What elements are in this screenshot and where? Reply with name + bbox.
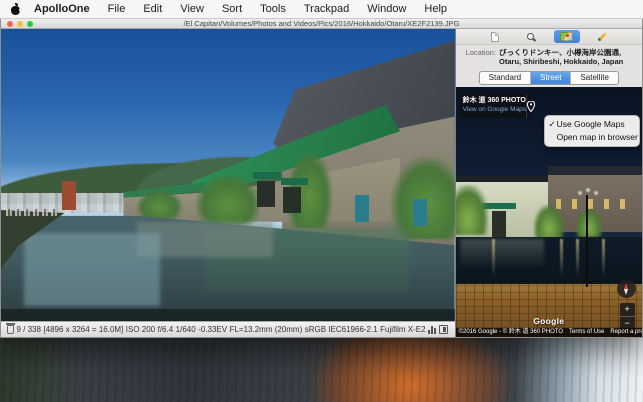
streetview-canvas[interactable]: 鈴木 道 360 PHOTO View on Google Maps ✓ Use… bbox=[456, 87, 642, 337]
context-menu-label: Open map in browser bbox=[557, 132, 638, 143]
sv-lamp-glow bbox=[574, 185, 602, 199]
sv-foliage bbox=[534, 205, 564, 239]
checkmark-icon: ✓ bbox=[548, 119, 557, 130]
tab-street[interactable]: Street bbox=[531, 72, 571, 84]
sv-street-lamp bbox=[586, 195, 588, 287]
document-icon bbox=[491, 32, 499, 42]
context-menu: ✓ Use Google Maps Open map in browser bbox=[544, 115, 640, 147]
pin-button[interactable] bbox=[526, 94, 535, 118]
sv-lit-windows bbox=[556, 199, 636, 209]
menu-trackpad[interactable]: Trackpad bbox=[295, 0, 358, 18]
status-ev: -0.33EV bbox=[198, 325, 227, 334]
zoom-in-button[interactable]: + bbox=[620, 303, 635, 317]
streetview-author: 鈴木 道 360 PHOTO bbox=[463, 97, 526, 105]
checkmark-icon bbox=[548, 132, 557, 143]
map-icon bbox=[560, 32, 573, 41]
status-focal-length: FL=13.2mm (20mm) bbox=[230, 325, 303, 334]
photo-canvas[interactable] bbox=[1, 29, 455, 321]
location-label: Location: bbox=[466, 48, 496, 66]
map-tool-button[interactable] bbox=[554, 30, 580, 43]
trash-icon[interactable] bbox=[7, 325, 14, 334]
status-aperture: f/6.4 bbox=[158, 325, 174, 334]
apolloone-window: /El Capitan/Volumes/Photos and Videos/Pi… bbox=[0, 19, 643, 338]
status-dimensions: [4896 x 3264 = 16.0M] bbox=[43, 325, 123, 334]
sv-reflection bbox=[576, 239, 579, 277]
sv-door bbox=[492, 211, 506, 237]
photo-teal-door bbox=[355, 195, 370, 221]
title-bar[interactable]: /El Capitan/Volumes/Photos and Videos/Pi… bbox=[1, 19, 642, 29]
report-a-problem-link[interactable]: Report a problem bbox=[607, 328, 642, 337]
menu-edit[interactable]: Edit bbox=[134, 0, 171, 18]
menu-bar: ApolloOne File Edit View Sort Tools Trac… bbox=[0, 0, 643, 19]
map-pin-icon bbox=[527, 101, 535, 112]
tab-standard[interactable]: Standard bbox=[480, 72, 531, 84]
photo-window bbox=[257, 181, 275, 207]
edit-tool-button[interactable] bbox=[589, 30, 615, 43]
menu-apolloone[interactable]: ApolloOne bbox=[25, 0, 99, 18]
status-color-profile: sRGB IEC61966-2.1 bbox=[305, 325, 378, 334]
photo-bottom-shade bbox=[1, 309, 455, 321]
compass-control[interactable] bbox=[617, 279, 636, 298]
location-row: Location: びっくりドンキー、小樽海岸公園通, Otaru, Shiri… bbox=[456, 44, 642, 68]
tab-satellite[interactable]: Satellite bbox=[571, 72, 617, 84]
menu-window[interactable]: Window bbox=[358, 0, 415, 18]
info-tool-button[interactable] bbox=[482, 30, 508, 43]
photo-ivy bbox=[287, 152, 332, 228]
photo-red-building bbox=[62, 181, 76, 210]
photo-ivy bbox=[137, 190, 182, 219]
menu-sort[interactable]: Sort bbox=[213, 0, 251, 18]
sv-reflection bbox=[560, 239, 563, 277]
view-on-google-maps-link[interactable]: View on Google Maps bbox=[463, 105, 526, 114]
menu-file[interactable]: File bbox=[99, 0, 135, 18]
menu-help[interactable]: Help bbox=[415, 0, 456, 18]
location-value: びっくりドンキー、小樽海岸公園通, Otaru, Shiribeshi, Hok… bbox=[499, 48, 634, 66]
histogram-icon[interactable] bbox=[428, 325, 437, 334]
apple-menu-icon[interactable] bbox=[10, 3, 21, 15]
map-type-segmented-control: Standard Street Satellite bbox=[479, 71, 619, 85]
status-iso: ISO 200 bbox=[126, 325, 155, 334]
copyright-text: ©2016 Google - © 鈴木 道 360 PHOTO bbox=[456, 328, 566, 337]
compass-needle-south bbox=[624, 289, 628, 295]
status-position: 9 / 338 bbox=[16, 325, 40, 334]
menu-tools[interactable]: Tools bbox=[251, 0, 295, 18]
context-menu-label: Use Google Maps bbox=[557, 119, 625, 130]
context-menu-item-open-in-browser[interactable]: Open map in browser bbox=[545, 131, 639, 144]
terms-of-use-link[interactable]: Terms of Use bbox=[566, 328, 607, 337]
map-tabs-row: Standard Street Satellite bbox=[456, 68, 642, 87]
window-title: /El Capitan/Volumes/Photos and Videos/Pi… bbox=[1, 19, 642, 29]
google-logo: Google bbox=[456, 316, 642, 326]
sv-reflection bbox=[602, 239, 605, 277]
status-bar: 9 / 338 [4896 x 3264 = 16.0M] ISO 200 f/… bbox=[1, 321, 455, 337]
photo-awning bbox=[253, 172, 280, 178]
status-shutter: 1/640 bbox=[176, 325, 196, 334]
search-tool-button[interactable] bbox=[518, 30, 544, 43]
streetview-author-box: 鈴木 道 360 PHOTO View on Google Maps bbox=[459, 94, 531, 118]
sv-reflection bbox=[492, 239, 495, 277]
pencil-icon bbox=[597, 32, 607, 42]
photo-ivy bbox=[196, 175, 260, 225]
sv-foliage bbox=[576, 209, 602, 237]
inspector-toolbar bbox=[456, 29, 642, 44]
sv-reflection bbox=[460, 239, 544, 269]
sv-foliage bbox=[456, 185, 488, 235]
context-menu-item-use-google-maps[interactable]: ✓ Use Google Maps bbox=[545, 118, 639, 131]
search-icon bbox=[526, 32, 536, 42]
photo-people bbox=[6, 209, 60, 216]
side-panel-icon[interactable] bbox=[439, 325, 448, 334]
status-camera-model: Fujifilm X-E2 bbox=[380, 325, 425, 334]
photo-reflection bbox=[24, 233, 160, 306]
inspector-panel: Location: びっくりドンキー、小樽海岸公園通, Otaru, Shiri… bbox=[455, 29, 642, 337]
map-attribution-bar: ©2016 Google - © 鈴木 道 360 PHOTO Terms of… bbox=[456, 328, 642, 337]
menu-view[interactable]: View bbox=[171, 0, 213, 18]
